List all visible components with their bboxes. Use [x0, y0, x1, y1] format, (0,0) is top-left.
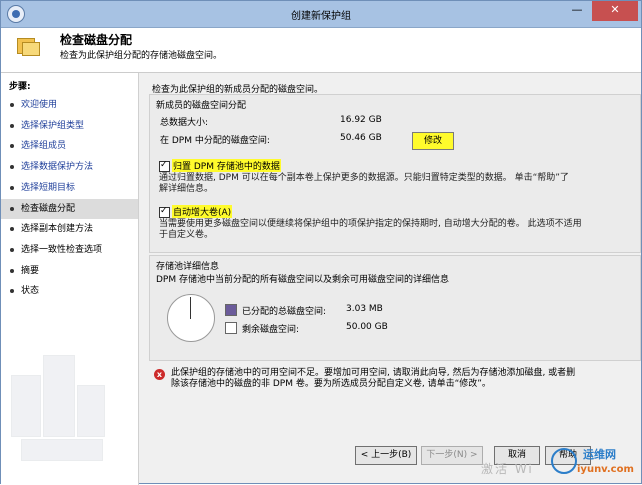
storage-pool-group: 存储池详细信息 DPM 存储池中当前分配的所有磁盘空间以及剩余可用磁盘空间的详细… — [149, 255, 641, 361]
disk-usage-pie-chart — [167, 294, 215, 342]
back-button[interactable]: < 上一步(B) — [355, 446, 417, 465]
bullet-icon — [10, 185, 14, 190]
minimize-button[interactable]: — — [564, 1, 590, 21]
steps-title: 步骤: — [9, 82, 31, 92]
bullet-icon — [10, 268, 14, 273]
step-label: 选择组成员 — [21, 141, 67, 152]
bullet-icon — [10, 289, 14, 294]
folder-icon — [17, 36, 40, 56]
new-member-allocation-group: 新成员的磁盘空间分配 总数据大小: 16.92 GB 在 DPM 中分配的磁盘空… — [149, 94, 641, 253]
allocated-label: 已分配的总磁盘空间: — [242, 307, 327, 317]
allocated-swatch — [225, 304, 237, 316]
step-item: 选择一致性检查选项 — [1, 240, 138, 260]
step-item[interactable]: 选择组成员 — [1, 136, 138, 156]
site-name-bottom: iyunv.com — [577, 464, 634, 475]
free-label: 剩余磁盘空间: — [242, 325, 300, 335]
step-item: 状态 — [1, 281, 138, 301]
step-item: 摘要 — [1, 261, 138, 281]
allocated-value: 3.03 MB — [346, 304, 383, 314]
total-data-label: 总数据大小: — [160, 118, 209, 128]
dpm-allocated-value: 50.46 GB — [340, 133, 382, 143]
step-item[interactable]: 选择短期目标 — [1, 178, 138, 198]
collocate-desc-line2: 解详细信息。 — [159, 184, 214, 194]
bullet-icon — [10, 165, 14, 170]
step-label: 摘要 — [21, 265, 40, 276]
bullet-icon — [10, 227, 14, 232]
site-name-top: 运维网 — [583, 448, 616, 461]
error-message: 此保护组的存储池中的可用空间不足。要增加可用空间, 请取消此向导, 然后为存储池… — [171, 368, 639, 390]
bullet-icon — [10, 123, 14, 128]
step-item[interactable]: 选择保护组类型 — [1, 116, 138, 136]
wizard-header: 检查磁盘分配 检查为此保护组分配的存储池磁盘空间。 — [1, 28, 641, 73]
steps-panel: 步骤: 欢迎使用选择保护组类型 选择组成员选择数据保护方法 选择短期目标 检查磁盘分配… — [1, 73, 139, 485]
site-logo-badge: 运维网 iyunv.com — [549, 446, 641, 483]
error-line2: 除该存储池中的磁盘的非 DPM 卷。要为所选成员分配自定义卷, 请单击“修改”。 — [171, 379, 491, 389]
collocate-label[interactable]: 归置 DPM 存储池中的数据 — [172, 159, 281, 172]
bullet-icon — [10, 247, 14, 252]
step-label: 检查磁盘分配 — [21, 203, 76, 214]
autogrow-desc-line1: 当需要使用更多磁盘空间以便继续将保护组中的项保护指定的保持期时, 自动增大分配的… — [159, 219, 582, 229]
step-label: 选择一致性检查选项 — [21, 244, 103, 255]
bullet-icon — [10, 144, 14, 149]
free-value: 50.00 GB — [346, 322, 388, 332]
step-label: 选择数据保护方法 — [21, 162, 94, 173]
collocate-desc-line1: 通过归置数据, DPM 可以在每个副本卷上保护更多的数据源。只能归置特定类型的数… — [159, 173, 569, 183]
title-bar[interactable]: 创建新保护组 — ✕ — [1, 1, 641, 28]
wizard-window: 创建新保护组 — ✕ 检查磁盘分配 检查为此保护组分配的存储池磁盘空间。 步骤:… — [0, 0, 642, 485]
dpm-allocated-label: 在 DPM 中分配的磁盘空间: — [160, 136, 270, 146]
storage-pool-title: 存储池详细信息 — [156, 262, 220, 272]
step-label: 选择副本创建方法 — [21, 224, 94, 235]
storage-pool-desc: DPM 存储池中当前分配的所有磁盘空间以及剩余可用磁盘空间的详细信息 — [156, 275, 449, 285]
close-button[interactable]: ✕ — [592, 1, 638, 21]
page-title: 检查磁盘分配 — [60, 33, 133, 47]
next-button[interactable]: 下一步(N) > — [421, 446, 483, 465]
error-icon: x — [154, 369, 165, 380]
step-item[interactable]: 选择数据保护方法 — [1, 157, 138, 177]
activation-watermark: 激活 Wi — [481, 462, 534, 476]
autogrow-checkbox[interactable] — [159, 205, 170, 218]
modify-button[interactable]: 修改 — [412, 132, 454, 150]
collocate-checkbox[interactable] — [159, 159, 170, 172]
total-data-value: 16.92 GB — [340, 115, 382, 125]
new-member-group-title: 新成员的磁盘空间分配 — [156, 101, 247, 111]
main-content: 检查为此保护组的新成员分配的磁盘空间。 新成员的磁盘空间分配 总数据大小: 16… — [143, 73, 641, 433]
autogrow-label[interactable]: 自动增大卷(A) — [172, 205, 233, 218]
free-swatch — [225, 322, 237, 334]
step-label: 选择短期目标 — [21, 182, 76, 193]
step-item: 检查磁盘分配 — [1, 198, 138, 219]
step-label: 状态 — [21, 286, 40, 297]
bullet-icon — [10, 103, 14, 107]
autogrow-desc-line2: 于自定义卷。 — [159, 230, 214, 240]
globe-icon — [551, 448, 577, 474]
step-label: 选择保护组类型 — [21, 120, 85, 131]
page-subtitle: 检查为此保护组分配的存储池磁盘空间。 — [60, 51, 223, 61]
error-line1: 此保护组的存储池中的可用空间不足。要增加可用空间, 请取消此向导, 然后为存储池… — [171, 368, 576, 378]
server-watermark-image — [1, 335, 138, 485]
step-label: 欢迎使用 — [21, 100, 58, 110]
bullet-icon — [10, 206, 14, 211]
step-item[interactable]: 欢迎使用 — [1, 95, 138, 115]
step-item: 选择副本创建方法 — [1, 219, 138, 239]
window-title: 创建新保护组 — [291, 11, 351, 22]
